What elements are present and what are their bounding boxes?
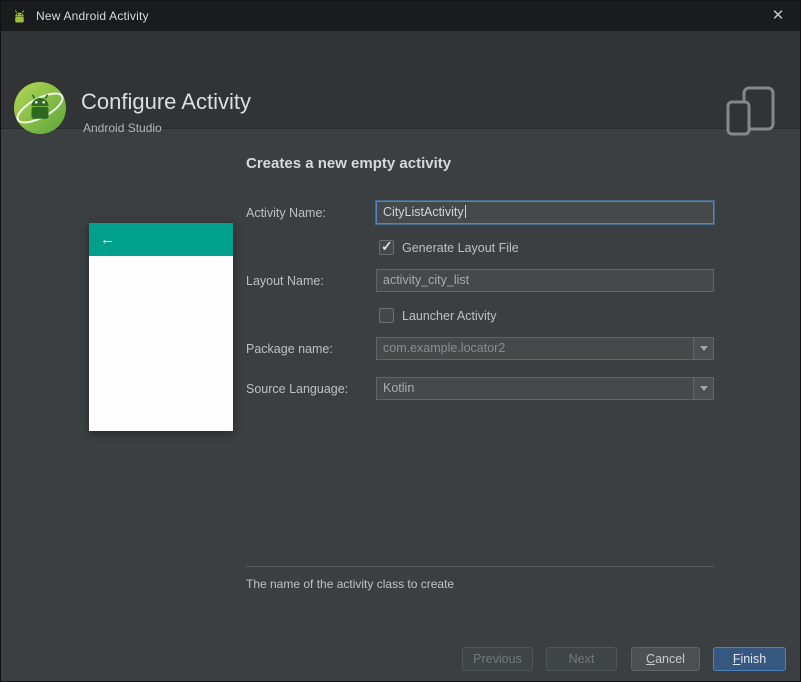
cancel-label-rest: ancel bbox=[655, 652, 685, 666]
checkmark-icon: ✓ bbox=[381, 238, 393, 254]
header-title: Configure Activity bbox=[81, 89, 251, 114]
package-name-combobox[interactable]: com.example.locator2 bbox=[376, 337, 714, 360]
source-language-label: Source Language: bbox=[246, 382, 349, 396]
source-language-value: Kotlin bbox=[383, 381, 415, 395]
launcher-activity-label: Launcher Activity bbox=[402, 308, 497, 323]
generate-layout-checkbox-row[interactable]: ✓ Generate Layout File bbox=[379, 238, 519, 255]
launcher-activity-checkbox-row[interactable]: Launcher Activity bbox=[379, 308, 497, 323]
package-name-dropdown-button[interactable] bbox=[693, 338, 713, 359]
field-hint-text: The name of the activity class to create bbox=[246, 577, 455, 591]
wizard-body: Creates a new empty activity ← Activity … bbox=[1, 130, 800, 681]
activity-name-label: Activity Name: bbox=[246, 206, 326, 220]
wizard-header: Configure Activity Android Studio bbox=[1, 31, 800, 136]
cancel-mnemonic: C bbox=[646, 652, 656, 666]
layout-name-label: Layout Name: bbox=[246, 274, 324, 288]
generate-layout-label: Generate Layout File bbox=[402, 240, 519, 255]
preview-content-area bbox=[89, 256, 233, 431]
window-title: New Android Activity bbox=[36, 9, 149, 23]
source-language-dropdown[interactable]: Kotlin bbox=[376, 377, 714, 400]
android-studio-logo-icon bbox=[13, 81, 67, 135]
preview-appbar: ← bbox=[89, 223, 233, 256]
source-language-dropdown-button[interactable] bbox=[693, 378, 713, 399]
hint-separator bbox=[246, 566, 714, 567]
layout-name-value: activity_city_list bbox=[383, 273, 470, 287]
activity-name-value: CityListActivity bbox=[383, 205, 464, 219]
close-icon[interactable]: ✕ bbox=[766, 1, 790, 31]
chevron-down-icon bbox=[699, 346, 708, 351]
text-caret bbox=[464, 205, 466, 218]
package-name-label: Package name: bbox=[246, 342, 333, 356]
package-name-value: com.example.locator2 bbox=[383, 341, 506, 355]
back-arrow-icon: ← bbox=[100, 231, 115, 248]
activity-preview-thumbnail: ← bbox=[89, 223, 233, 431]
finish-label-rest: inish bbox=[740, 652, 767, 666]
previous-button[interactable]: Previous bbox=[462, 647, 533, 671]
layout-name-input[interactable]: activity_city_list bbox=[376, 269, 714, 292]
generate-layout-checkbox[interactable]: ✓ bbox=[379, 238, 394, 255]
android-app-icon bbox=[11, 8, 28, 25]
new-activity-dialog: New Android Activity ✕ Configure Activit… bbox=[0, 0, 801, 682]
activity-name-input[interactable]: CityListActivity bbox=[376, 201, 714, 224]
cancel-button[interactable]: Cancel bbox=[631, 647, 700, 671]
finish-button[interactable]: Finish bbox=[713, 647, 786, 671]
form-heading: Creates a new empty activity bbox=[246, 155, 452, 172]
next-button[interactable]: Next bbox=[546, 647, 617, 671]
launcher-activity-checkbox[interactable] bbox=[379, 308, 394, 323]
chevron-down-icon bbox=[699, 386, 708, 391]
title-bar: New Android Activity ✕ bbox=[1, 1, 800, 31]
